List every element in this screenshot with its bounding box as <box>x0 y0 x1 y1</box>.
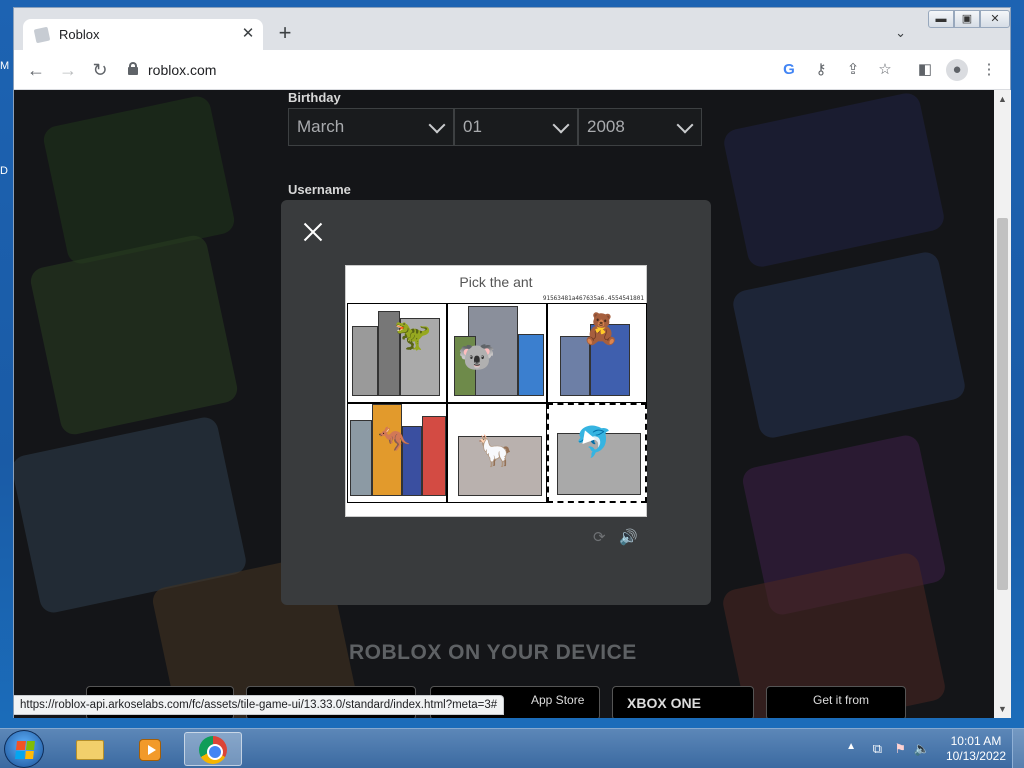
chrome-icon <box>199 736 227 764</box>
device-heading: ROBLOX ON YOUR DEVICE <box>349 641 637 664</box>
close-window-button[interactable]: ✕ <box>980 10 1010 28</box>
vertical-scrollbar[interactable]: ▲ ▼ <box>994 90 1011 718</box>
show-hidden-icons-icon[interactable]: ▲ <box>846 741 856 752</box>
clock-time: 10:01 AM <box>950 734 1002 748</box>
tab-title: Roblox <box>59 27 100 42</box>
address-bar[interactable]: roblox.com G ⚷ ⇪ ☆ ◧ ● ⋮ <box>122 55 1002 85</box>
captcha-tile-2[interactable]: 🐨 <box>447 303 547 403</box>
scroll-down-icon[interactable]: ▼ <box>998 704 1007 714</box>
kangaroo-icon: 🦘 <box>378 424 411 454</box>
captcha-tile-6[interactable]: 🐬 <box>547 403 647 503</box>
minimize-button[interactable]: ▬ <box>928 10 954 28</box>
desktop-icon-edge-2[interactable]: D <box>0 165 8 177</box>
reload-icon[interactable]: ↻ <box>88 58 112 82</box>
side-panel-icon[interactable]: ◧ <box>914 59 936 81</box>
xbox-button[interactable]: XBOX ONE <box>612 686 754 718</box>
birthday-label: Birthday <box>288 90 341 105</box>
dinosaur-icon: 🦖 <box>394 319 432 352</box>
bookmark-star-icon[interactable]: ☆ <box>874 59 896 81</box>
day-value: 01 <box>463 117 482 136</box>
volume-icon[interactable]: 🔈 <box>914 741 930 757</box>
toolbar: ← → ↻ roblox.com G ⚷ ⇪ ☆ ◧ ● ⋮ <box>14 50 1010 90</box>
show-desktop-button[interactable] <box>1012 729 1024 768</box>
browser-window: Roblox ✕ + ⌄ ▬ ▣ ✕ ← → ↻ roblox.com G ⚷ … <box>13 7 1011 718</box>
year-value: 2008 <box>587 117 625 136</box>
forward-arrow-icon[interactable]: → <box>56 58 80 82</box>
captcha-tile-1[interactable]: 🦖 <box>347 303 447 403</box>
status-url-bar: https://roblox-api.arkoselabs.com/fc/ass… <box>14 695 505 715</box>
action-center-flag-icon[interactable]: ⚑ <box>894 741 906 757</box>
username-label: Username <box>288 182 351 197</box>
month-value: March <box>297 117 345 136</box>
key-icon[interactable]: ⚷ <box>810 59 832 81</box>
clock-date: 10/13/2022 <box>945 749 1006 763</box>
title-bar: Roblox ✕ + ⌄ ▬ ▣ ✕ <box>14 8 1010 50</box>
dolphin-icon: 🐬 <box>575 426 613 459</box>
profile-avatar-icon[interactable]: ● <box>946 59 968 81</box>
captcha-tile-5[interactable]: 🦙 <box>447 403 547 503</box>
share-icon[interactable]: ⇪ <box>842 59 864 81</box>
menu-kebab-icon[interactable]: ⋮ <box>978 59 1000 81</box>
back-arrow-icon[interactable]: ← <box>24 58 48 82</box>
captcha-id: 91563481a467635a6.4554541801 <box>542 295 644 302</box>
audio-speaker-icon[interactable]: 🔊 <box>619 528 638 546</box>
day-select[interactable]: 01 <box>454 108 578 146</box>
captcha-tile-4[interactable]: 🦘 <box>347 403 447 503</box>
captcha-frame: Pick the ant 91563481a467635a6.455454180… <box>345 265 647 517</box>
captcha-tile-3[interactable]: 🧸 <box>547 303 647 403</box>
captcha-modal: Pick the ant 91563481a467635a6.455454180… <box>281 200 711 605</box>
folder-icon <box>76 740 104 760</box>
roblox-favicon-icon <box>33 26 51 44</box>
google-translate-icon[interactable]: G <box>778 59 800 81</box>
taskbar-explorer[interactable] <box>60 732 118 766</box>
chevron-down-icon <box>552 116 570 134</box>
taskbar: ▲ ⧉ ⚑ 🔈 10:01 AM 10/13/2022 <box>0 728 1024 768</box>
maximize-button[interactable]: ▣ <box>954 10 980 28</box>
tab-search-chevron-icon[interactable]: ⌄ <box>895 25 906 41</box>
windows-logo-icon <box>15 741 35 759</box>
month-select[interactable]: March <box>288 108 454 146</box>
media-player-icon <box>139 739 161 761</box>
network-icon[interactable]: ⧉ <box>873 741 882 757</box>
chevron-down-icon <box>428 116 446 134</box>
year-select[interactable]: 2008 <box>578 108 702 146</box>
captcha-prompt: Pick the ant <box>459 274 533 290</box>
url-text[interactable]: roblox.com <box>148 62 216 78</box>
chevron-down-icon <box>676 116 694 134</box>
lock-icon[interactable] <box>128 62 138 75</box>
browser-tab[interactable]: Roblox ✕ <box>23 19 263 50</box>
close-tab-icon[interactable]: ✕ <box>239 24 257 44</box>
microsoft-store-button[interactable]: Get it from <box>766 686 906 718</box>
teddy-bear-icon: 🧸 <box>582 313 620 346</box>
desktop-icon-edge[interactable]: M <box>0 60 9 72</box>
scroll-up-icon[interactable]: ▲ <box>998 94 1007 104</box>
clock[interactable]: 10:01 AM 10/13/2022 <box>946 734 1006 764</box>
new-tab-button[interactable]: + <box>273 22 297 46</box>
page-viewport: Birthday March 01 2008 Username ROBLOX O… <box>14 90 994 718</box>
llama-icon: 🦙 <box>476 435 514 468</box>
start-button[interactable] <box>4 730 44 768</box>
taskbar-chrome[interactable] <box>184 732 242 766</box>
close-icon[interactable] <box>301 220 325 244</box>
koala-icon: 🐨 <box>458 341 496 374</box>
refresh-icon[interactable]: ⟳ <box>593 528 606 546</box>
taskbar-media-player[interactable] <box>121 732 179 766</box>
scrollbar-thumb[interactable] <box>997 218 1008 590</box>
captcha-grid: 🦖 🐨 🧸 🦘 🦙 🐬 <box>347 303 647 503</box>
